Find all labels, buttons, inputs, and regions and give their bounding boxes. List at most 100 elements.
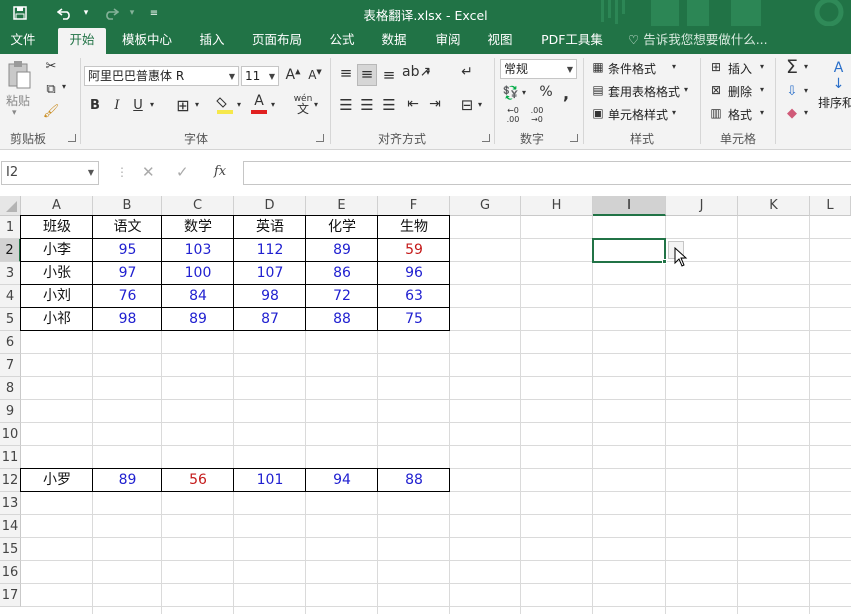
insert-button[interactable]: 插入 [728,60,752,77]
insert-function-icon[interactable]: fx [214,164,226,179]
column-header[interactable]: K [738,196,810,216]
table-cell[interactable]: 107 [234,262,306,285]
worksheet-grid[interactable]: A B C D E F G H I J K L 1 2 3 4 5 6 7 8 9 10 11 12 13 14 15 16 17 班级语… [0,196,851,614]
align-left-icon[interactable]: ☰ [337,96,355,114]
tab-pdf-tools[interactable]: PDF工具集 [532,26,612,54]
fill-color-dropdown-icon[interactable]: ▾ [237,100,241,109]
tab-review[interactable]: 审阅 [426,26,470,54]
column-header[interactable]: G [450,196,521,216]
fill-icon[interactable]: ⇩ [784,84,800,99]
tab-data[interactable]: 数据 [372,26,416,54]
tab-template-center[interactable]: 模板中心 [114,26,180,54]
column-header[interactable]: H [521,196,593,216]
align-bottom-icon[interactable]: ≡ [380,66,398,84]
table-cell[interactable]: 75 [378,308,450,331]
fill-color-icon[interactable] [216,94,234,116]
table-cell[interactable]: 100 [162,262,234,285]
merge-dropdown-icon[interactable]: ▾ [478,100,482,109]
underline-dropdown-icon[interactable]: ▾ [150,100,154,109]
tab-page-layout[interactable]: 页面布局 [244,26,310,54]
column-header[interactable]: C [162,196,234,216]
tab-home[interactable]: 开始 [58,28,106,54]
column-header[interactable]: J [666,196,738,216]
column-header[interactable]: L [810,196,851,216]
row-header[interactable]: 8 [0,377,21,400]
table-cell[interactable]: 59 [378,239,450,262]
fill-handle[interactable] [662,259,667,264]
formula-input[interactable] [243,161,851,185]
sort-filter-label[interactable]: 排序和 [818,94,851,111]
table-cell[interactable]: 88 [306,308,378,331]
orientation-dropdown-icon[interactable]: ▾ [426,68,430,77]
chevron-down-icon[interactable]: ▾ [672,62,676,71]
align-center-icon[interactable]: ☰ [358,96,376,114]
row-header[interactable]: 12 [0,469,21,492]
table-cell[interactable]: 96 [378,262,450,285]
table-cell[interactable]: 72 [306,285,378,308]
table-cell[interactable]: 89 [162,308,234,331]
row-header[interactable]: 4 [0,285,21,308]
table-cell[interactable]: 89 [306,239,378,262]
select-all-corner[interactable] [0,196,21,216]
row-header[interactable]: 13 [0,492,21,515]
row-header[interactable]: 16 [0,561,21,584]
clear-icon[interactable]: ◆ [784,106,800,121]
autosum-dropdown-icon[interactable]: ▾ [804,62,808,71]
table-cell[interactable]: 化学 [306,216,378,239]
row-header[interactable]: 6 [0,331,21,354]
tab-insert[interactable]: 插入 [190,26,234,54]
table-cell[interactable]: 86 [306,262,378,285]
paste-dropdown-icon[interactable]: ▾ [12,108,17,118]
column-header[interactable]: I [593,196,666,216]
cell-styles-button[interactable]: 单元格样式 [608,106,668,123]
paste-icon[interactable] [4,60,34,90]
delete-cells-icon[interactable]: ⊠ [708,83,724,97]
conditional-format-icon[interactable]: ▦ [590,60,606,74]
italic-icon[interactable]: I [110,98,124,113]
tab-view[interactable]: 视图 [478,26,522,54]
increase-indent-icon[interactable]: ⇥ [426,96,444,112]
sort-filter-icon[interactable]: A ↓ [826,60,851,92]
format-table-icon[interactable]: ▤ [590,83,606,97]
chevron-down-icon[interactable]: ▾ [760,62,764,71]
table-cell[interactable]: 56 [162,469,234,492]
table-cell[interactable]: 89 [93,469,162,492]
table-cell[interactable]: 101 [234,469,306,492]
column-header[interactable]: B [93,196,162,216]
format-as-table-button[interactable]: 套用表格格式 [608,83,680,100]
chevron-down-icon[interactable]: ▾ [684,85,688,94]
tab-formulas[interactable]: 公式 [320,26,364,54]
table-cell[interactable]: 95 [93,239,162,262]
alignment-launcher-icon[interactable] [482,134,490,142]
table-cell[interactable]: 英语 [234,216,306,239]
phonetic-icon[interactable]: wén 文 [292,94,314,116]
row-header[interactable]: 10 [0,423,21,446]
phonetic-dropdown-icon[interactable]: ▾ [314,100,318,109]
table-cell[interactable]: 语文 [93,216,162,239]
table-cell[interactable]: 数学 [162,216,234,239]
row-header[interactable]: 2 [0,239,21,262]
row-header[interactable]: 17 [0,584,21,607]
row-header[interactable]: 14 [0,515,21,538]
row-header[interactable]: 5 [0,308,21,331]
tab-file[interactable]: 文件 [0,26,46,54]
align-middle-icon[interactable]: ≡ [357,64,377,86]
table-cell[interactable]: 76 [93,285,162,308]
table-cell[interactable]: 84 [162,285,234,308]
table-cell[interactable]: 97 [93,262,162,285]
column-header[interactable]: F [378,196,450,216]
underline-icon[interactable]: U [131,98,145,113]
name-box[interactable]: I2 ▼ [1,161,99,185]
column-header[interactable]: D [234,196,306,216]
table-cell[interactable]: 112 [234,239,306,262]
table-cell[interactable]: 小李 [21,239,93,262]
cell-styles-icon[interactable]: ▣ [590,106,606,120]
format-button[interactable]: 格式 [728,106,752,123]
font-name-select[interactable]: 阿里巴巴普惠体 R ▼ [84,66,239,86]
decrease-font-icon[interactable]: A▼ [306,68,324,82]
insert-cells-icon[interactable]: ⊞ [708,60,724,74]
row-header[interactable]: 1 [0,216,21,239]
increase-decimal-icon[interactable]: ←0.00 [502,106,524,124]
table-cell[interactable]: 87 [234,308,306,331]
cancel-icon[interactable]: ✕ [142,163,155,181]
